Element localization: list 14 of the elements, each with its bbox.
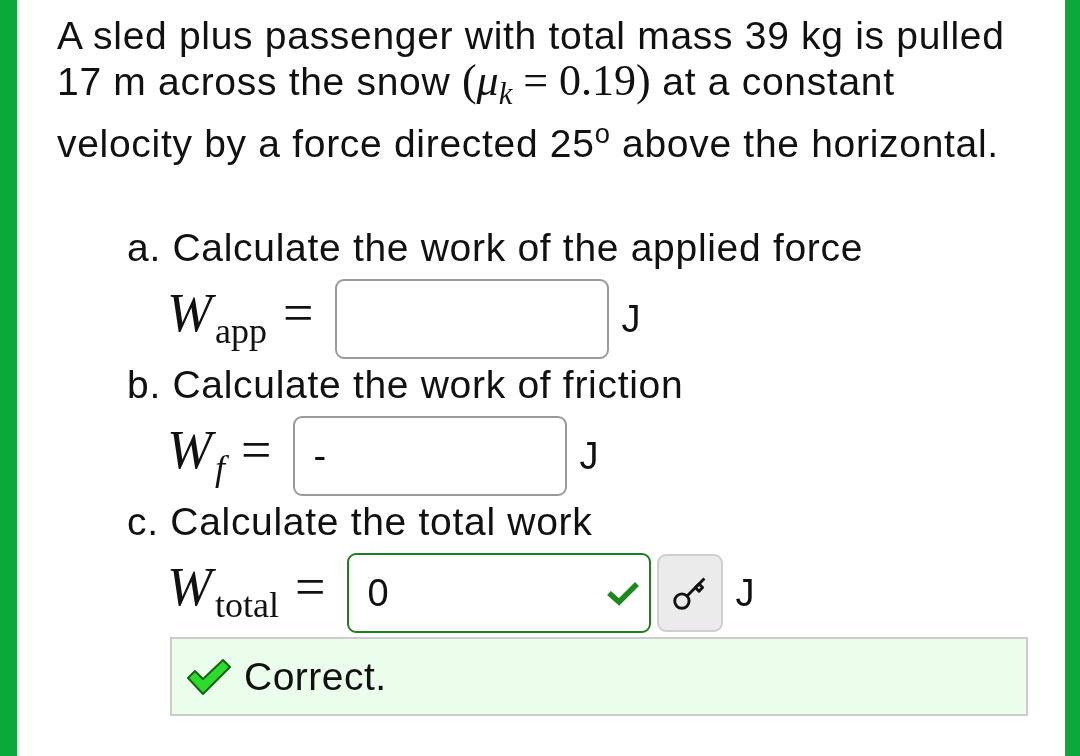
check-icon: [186, 657, 232, 696]
unit-label: J: [579, 434, 599, 478]
feedback-text: Correct.: [244, 654, 387, 699]
show-answer-button[interactable]: [657, 554, 724, 632]
unit-label: J: [621, 297, 641, 341]
answer-field[interactable]: [335, 279, 610, 359]
question-label: b. Calculate the work of friction: [127, 363, 685, 406]
unit-label: J: [735, 571, 755, 615]
question-label: c. Calculate the total work: [127, 500, 594, 543]
question-label: a. Calculate the work of the applied force: [127, 226, 865, 269]
check-icon: [606, 580, 641, 606]
answer-field[interactable]: -: [293, 416, 568, 496]
answer-field[interactable]: 0: [347, 553, 652, 633]
problem-text: A sled plus passenger with total mass 39 kg is pulled 17 m across the snow (μ$_{k}$ = 0.19) at a constant velocity by a force directed 25$^{o}$ above the horizontal.: [57, 13, 1006, 166]
